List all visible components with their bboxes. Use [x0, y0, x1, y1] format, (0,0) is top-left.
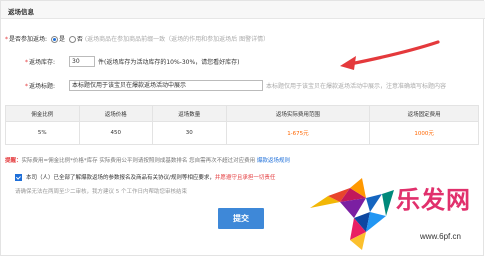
fixed-cost-cell: 1000元	[369, 121, 479, 145]
agreement-text: 本司（人）已全部了解爆款返场的参数报名及商品有关协议/规则等相应要求，	[26, 175, 215, 181]
title-input[interactable]: 本标题仅用于该宝贝在爆款返场活动中展示	[69, 80, 263, 91]
table-header-row: 佣金比例 返场价格 返场数量 返场实际费用范围 返场固定费用	[5, 105, 479, 122]
review-hint: 请确保无法在两周至少二审核，我方建议 5 个工作日内帮助您审核结束	[15, 189, 187, 195]
commission-cell: 5%	[5, 121, 80, 145]
table-row: 5% 450 30 1-675元 1000元	[5, 121, 479, 145]
column-header: 返场实际费用范围	[225, 105, 371, 122]
agreement-checkbox[interactable]	[15, 174, 22, 181]
required-mark: *	[25, 83, 28, 90]
stock-label: 返场库存:	[29, 59, 56, 66]
submit-button[interactable]: 提交	[218, 208, 264, 229]
join-return-row: *是否参加返场: 是 否 (返场商品在参加商品前缀一致（返场的作用和参加返场后 …	[5, 34, 269, 46]
watermark-text: 乐发网	[396, 185, 471, 214]
agreement-emphasis: 并愿遵守且承担一切责任	[214, 175, 276, 181]
required-mark: *	[25, 59, 28, 66]
stock-hint: 件(返场库存为活动库存的10%-30%，请您看好库存)	[98, 59, 240, 66]
title-label: 返场标题:	[29, 83, 56, 90]
column-header: 佣金比例	[5, 105, 80, 122]
column-header: 返场固定费用	[369, 105, 479, 122]
stock-input[interactable]: 30	[69, 56, 95, 67]
price-cell: 450	[78, 121, 154, 145]
note-prefix: 提醒：	[5, 158, 22, 164]
column-header: 返场价格	[78, 105, 154, 122]
required-mark: *	[5, 36, 8, 43]
join-hint: (返场商品在参加商品前缀一致（返场的作用和参加返场后 图警详情）	[84, 36, 270, 43]
watermark-url: www.6pf.cn	[420, 232, 461, 241]
quantity-cell: 30	[152, 121, 227, 145]
fee-note: 提醒：实际费用=佣金比例*价格*库存 实际费用公平则请按照则成基数排名 您自需再…	[5, 156, 290, 164]
join-no-radio[interactable]	[68, 35, 76, 43]
annotation-arrow-icon	[340, 40, 440, 70]
stock-row: *返场库存:	[25, 57, 55, 69]
join-yes-radio[interactable]	[50, 35, 58, 43]
title-row: *返场标题:	[25, 81, 55, 93]
section-title: 返场信息	[8, 8, 34, 16]
cost-table: 佣金比例 返场价格 返场数量 返场实际费用范围 返场固定费用 5% 450 30…	[5, 105, 479, 145]
column-header: 返场数量	[152, 105, 227, 122]
rules-link[interactable]: 爆款返场规则	[257, 158, 290, 164]
note-text: 实际费用=佣金比例*价格*库存 实际费用公平则请按照则成基数排名 您自需再次不超…	[21, 158, 257, 164]
section-header: 返场信息	[1, 1, 485, 19]
cost-range-cell: 1-675元	[225, 121, 371, 145]
agreement-row: 本司（人）已全部了解爆款返场的参数报名及商品有关协议/规则等相应要求，并愿遵守且…	[15, 173, 275, 181]
title-hint: 本标题仅用于该宝贝在爆款返场活动中展示，注意准确填写标题内容	[266, 83, 447, 90]
join-yes-label[interactable]: 是	[59, 36, 65, 43]
join-return-label: 是否参加返场:	[9, 36, 48, 43]
join-no-label[interactable]: 否	[77, 36, 83, 43]
